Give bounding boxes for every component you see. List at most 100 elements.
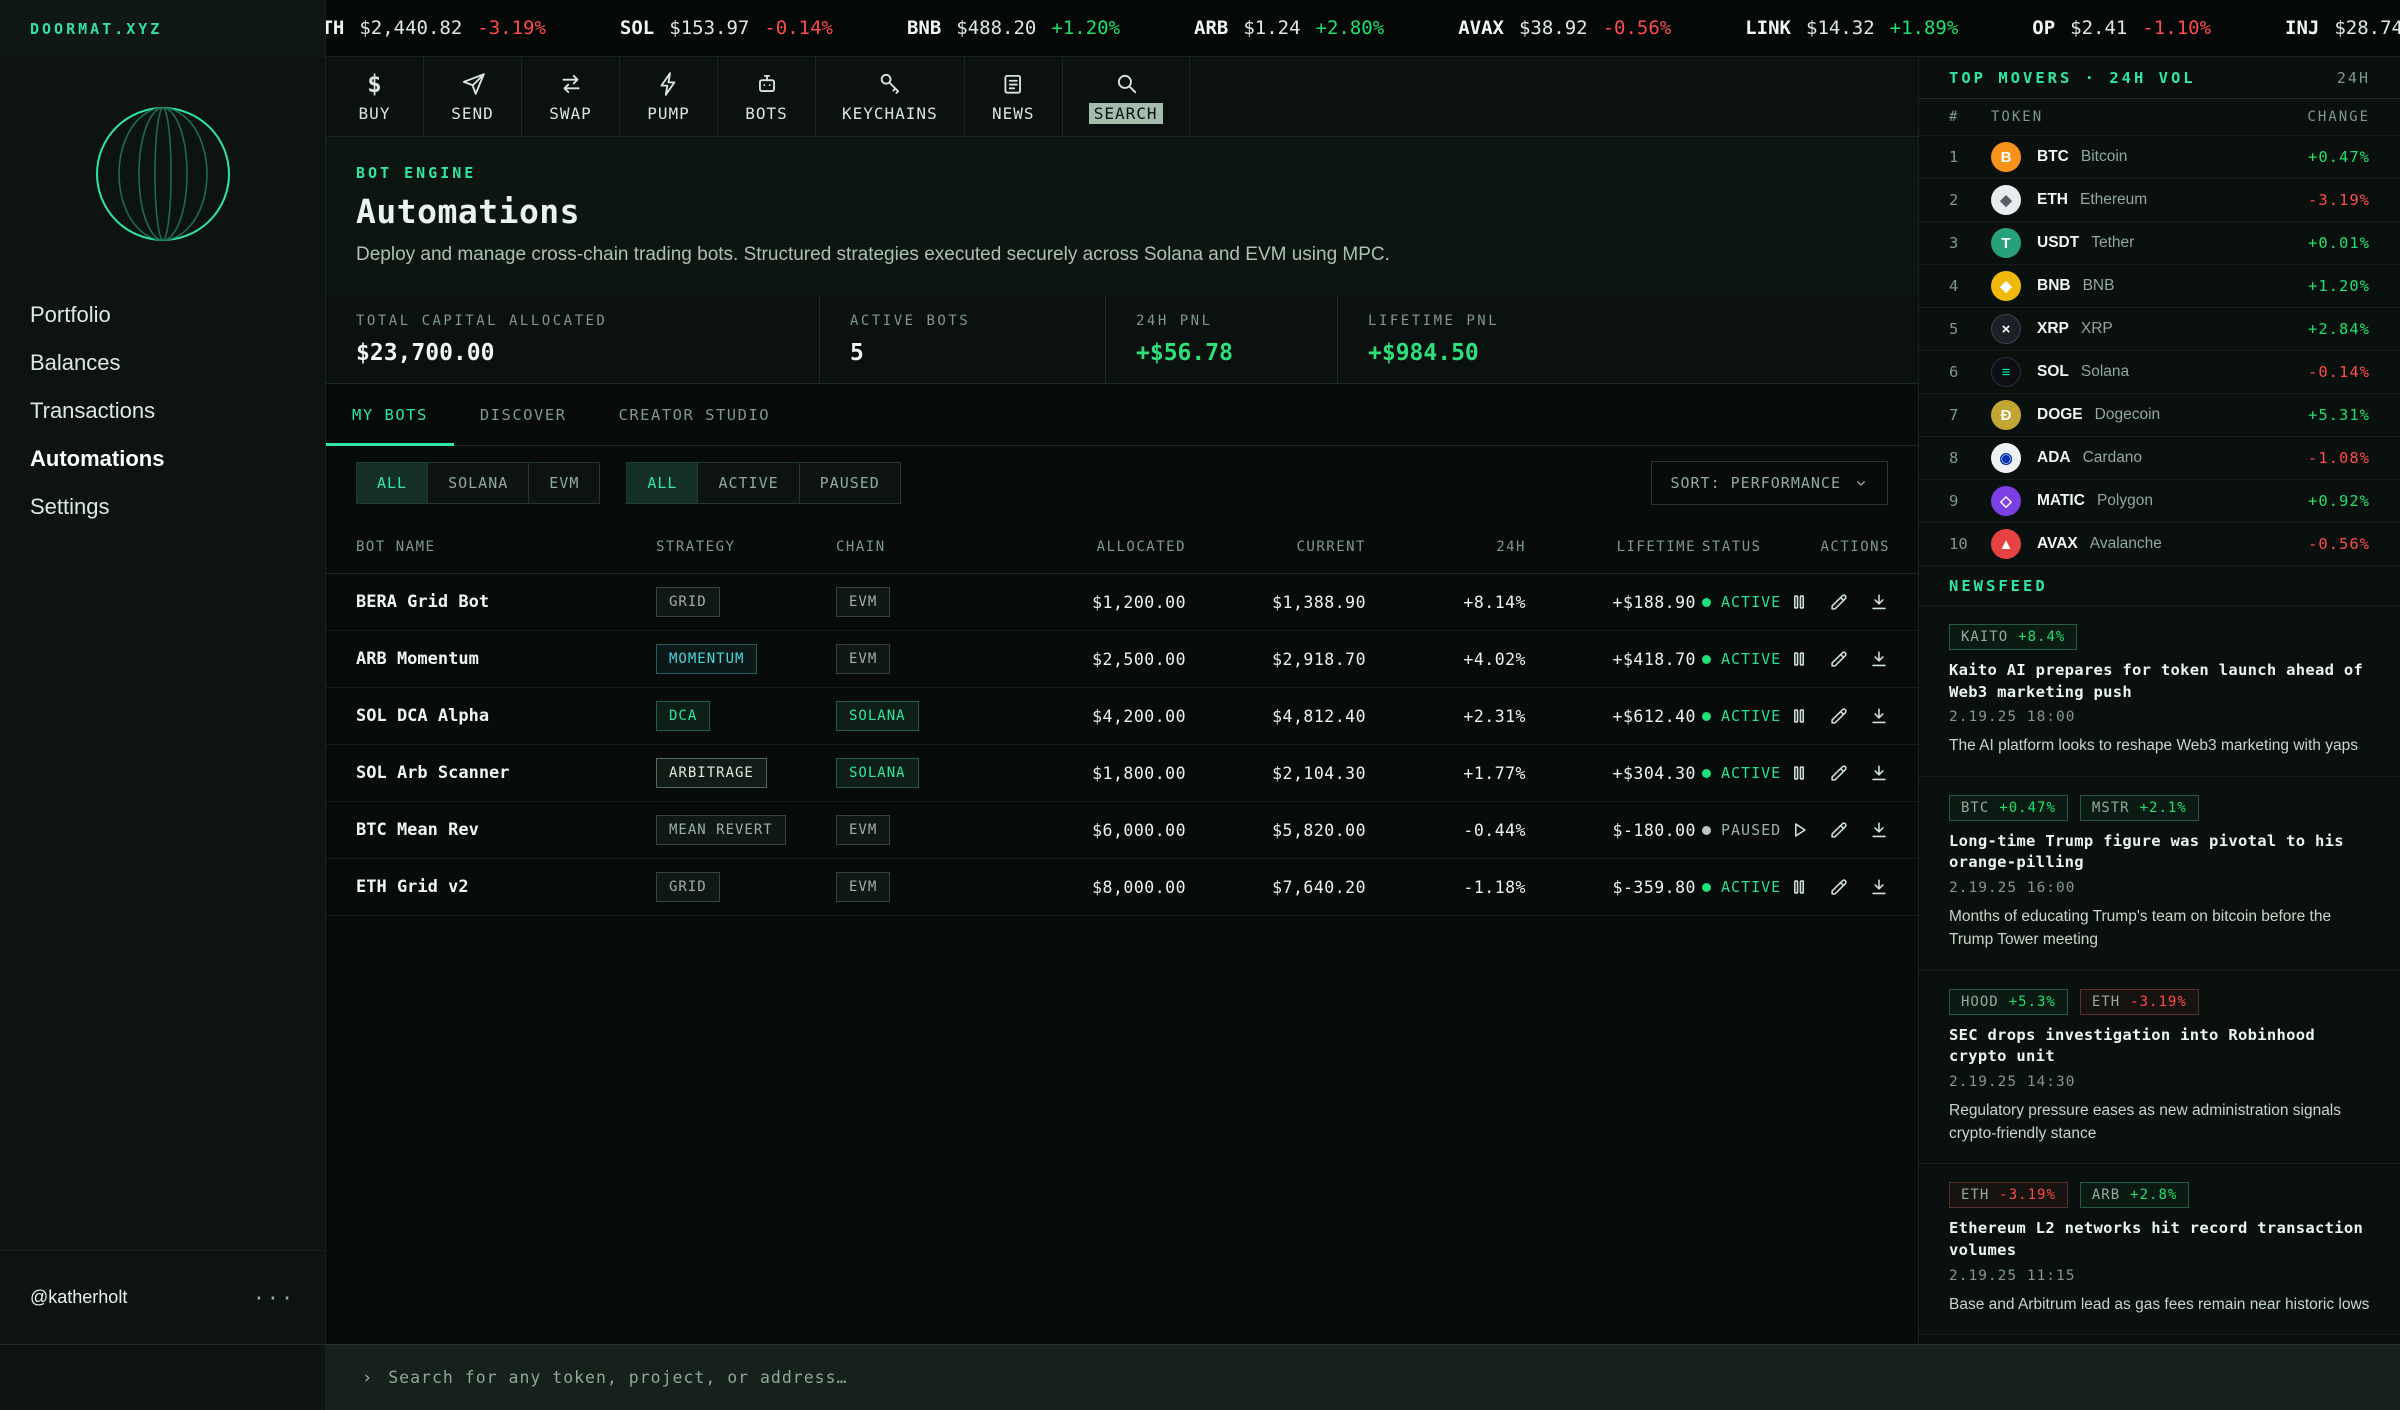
allocated-value: $1,800.00 <box>986 764 1186 783</box>
news-item[interactable]: BTC+0.47%MSTR+2.1% Long-time Trump figure… <box>1919 777 2400 971</box>
mover-row-btc[interactable]: 1BBTCBitcoin+0.47% <box>1919 136 2400 179</box>
sidebar-item-portfolio[interactable]: Portfolio <box>0 291 325 339</box>
change-24h-value: -0.44% <box>1366 821 1526 840</box>
table-row: ARB MomentumMOMENTUMEVM$2,500.00$2,918.7… <box>326 631 1918 688</box>
search-input[interactable] <box>388 1368 1288 1387</box>
token-change: +0.47% <box>2308 148 2370 166</box>
sidebar-item-transactions[interactable]: Transactions <box>0 387 325 435</box>
pause-button[interactable] <box>1788 591 1810 613</box>
sidebar-item-automations[interactable]: Automations <box>0 435 325 483</box>
bot-name-cell: ARB Momentum <box>326 649 656 669</box>
sort-dropdown[interactable]: SORT: PERFORMANCE <box>1651 461 1888 505</box>
mover-row-bnb[interactable]: 4◆BNBBNB+1.20% <box>1919 265 2400 308</box>
tab-creator-studio[interactable]: CREATOR STUDIO <box>592 384 796 445</box>
column-header-strategy: STRATEGY <box>656 539 836 555</box>
token-symbol: ETH <box>2037 191 2068 209</box>
ticker-change: +2.80% <box>1316 17 1385 39</box>
news-badges: BTC+0.47%MSTR+2.1% <box>1949 795 2370 821</box>
user-menu-button[interactable]: ··· <box>253 1286 295 1310</box>
top-movers-header: TOP MOVERS · 24H VOL 24H <box>1919 57 2400 99</box>
edit-button[interactable] <box>1828 705 1850 727</box>
edit-button[interactable] <box>1828 819 1850 841</box>
mover-row-xrp[interactable]: 5×XRPXRP+2.84% <box>1919 308 2400 351</box>
news-title: Long-time Trump figure was pivotal to hi… <box>1949 831 2370 874</box>
lifetime-value: +$418.70 <box>1526 650 1696 669</box>
news-body: Regulatory pressure eases as new adminis… <box>1949 1099 2370 1146</box>
nav-tab-swap[interactable]: SWAP <box>522 57 620 136</box>
token-symbol: AVAX <box>2037 535 2078 553</box>
ticker-price: $28.74 <box>2334 17 2400 39</box>
tab-discover[interactable]: DISCOVER <box>454 384 593 445</box>
download-button[interactable] <box>1868 705 1890 727</box>
download-button[interactable] <box>1868 762 1890 784</box>
mover-row-sol[interactable]: 6≡SOLSolana-0.14% <box>1919 351 2400 394</box>
download-button[interactable] <box>1868 819 1890 841</box>
nav-tab-send[interactable]: SEND <box>424 57 522 136</box>
pause-button[interactable] <box>1788 648 1810 670</box>
filter-status-paused[interactable]: PAUSED <box>800 463 900 503</box>
download-button[interactable] <box>1868 591 1890 613</box>
news-timestamp: 2.19.25 11:15 <box>1949 1268 2370 1284</box>
page-title: Automations <box>356 192 1888 231</box>
news-item[interactable]: ETH-3.19%ARB+2.8%Ethereum L2 networks hi… <box>1919 1164 2400 1335</box>
column-header-actions: ACTIONS <box>1806 539 1918 555</box>
badge-symbol: KAITO <box>1961 629 2008 645</box>
mover-row-matic[interactable]: 9◇MATICPolygon+0.92% <box>1919 480 2400 523</box>
filter-status-active[interactable]: ACTIVE <box>698 463 799 503</box>
news-item[interactable]: KAITO+8.4%Kaito AI prepares for token la… <box>1919 606 2400 777</box>
ticker-symbol: LINK <box>1745 17 1791 39</box>
mover-row-eth[interactable]: 2◆ETHEthereum-3.19% <box>1919 179 2400 222</box>
current-value: $5,820.00 <box>1186 821 1366 840</box>
play-button[interactable] <box>1788 819 1810 841</box>
pause-button[interactable] <box>1788 762 1810 784</box>
status-dot-icon <box>1702 883 1711 892</box>
bot-name-cell: ETH Grid v2 <box>326 877 656 897</box>
nav-tab-buy[interactable]: $BUY <box>326 57 424 136</box>
mover-rank: 2 <box>1949 191 1991 209</box>
nav-tab-keychains[interactable]: KEYCHAINS <box>816 57 965 136</box>
chain-badge: SOLANA <box>836 701 919 731</box>
filter-chain-solana[interactable]: SOLANA <box>428 463 529 503</box>
ticker-item-avax: AVAX$38.92-0.56% <box>1458 17 1671 39</box>
column-header-24h: 24H <box>1366 539 1526 555</box>
token-name: BNB <box>2083 277 2115 295</box>
mover-row-doge[interactable]: 7ÐDOGEDogecoin+5.31% <box>1919 394 2400 437</box>
filter-status-all[interactable]: ALL <box>627 463 698 503</box>
edit-button[interactable] <box>1828 876 1850 898</box>
edit-button[interactable] <box>1828 762 1850 784</box>
badge-symbol: ETH <box>1961 1187 1989 1203</box>
mover-row-avax[interactable]: 10▲AVAXAvalanche-0.56% <box>1919 523 2400 566</box>
stat-total-capital-allocated: TOTAL CAPITAL ALLOCATED$23,700.00 <box>326 296 820 383</box>
ticker-price: $2.41 <box>2070 17 2127 39</box>
nav-tab-pump[interactable]: PUMP <box>620 57 718 136</box>
nav-tab-bots[interactable]: BOTS <box>718 57 816 136</box>
mover-row-ada[interactable]: 8◉ADACardano-1.08% <box>1919 437 2400 480</box>
ticker-symbol: AVAX <box>1458 17 1504 39</box>
pause-button[interactable] <box>1788 876 1810 898</box>
row-actions <box>1806 876 1918 898</box>
sidebar-item-settings[interactable]: Settings <box>0 483 325 531</box>
edit-button[interactable] <box>1828 591 1850 613</box>
right-panel: TOP MOVERS · 24H VOL 24H # TOKEN CHANGE … <box>1918 57 2400 1344</box>
ticker-symbol: OP <box>2032 17 2055 39</box>
filter-chain-evm[interactable]: EVM <box>529 463 599 503</box>
bot-name: ARB Momentum <box>356 649 479 669</box>
download-button[interactable] <box>1868 648 1890 670</box>
ticker-item-bnb: BNB$488.20+1.20% <box>907 17 1120 39</box>
allocated-value: $4,200.00 <box>986 707 1186 726</box>
pause-button[interactable] <box>1788 705 1810 727</box>
tab-my-bots[interactable]: MY BOTS <box>326 384 454 445</box>
chain-cell: EVM <box>836 644 986 674</box>
news-ticker-badge: BTC+0.47% <box>1949 795 2068 821</box>
page-kicker: BOT ENGINE <box>356 164 1888 182</box>
news-item[interactable]: HOOD+5.3%ETH-3.19%SEC drops investigatio… <box>1919 971 2400 1165</box>
mover-row-usdt[interactable]: 3TUSDTTether+0.01% <box>1919 222 2400 265</box>
allocated-value: $1,200.00 <box>986 593 1186 612</box>
download-button[interactable] <box>1868 876 1890 898</box>
sidebar-item-balances[interactable]: Balances <box>0 339 325 387</box>
filter-chain-all[interactable]: ALL <box>357 463 428 503</box>
nav-tab-search[interactable]: SEARCH <box>1063 57 1190 136</box>
nav-tab-news[interactable]: NEWS <box>965 57 1063 136</box>
strategy-cell: GRID <box>656 872 836 902</box>
edit-button[interactable] <box>1828 648 1850 670</box>
